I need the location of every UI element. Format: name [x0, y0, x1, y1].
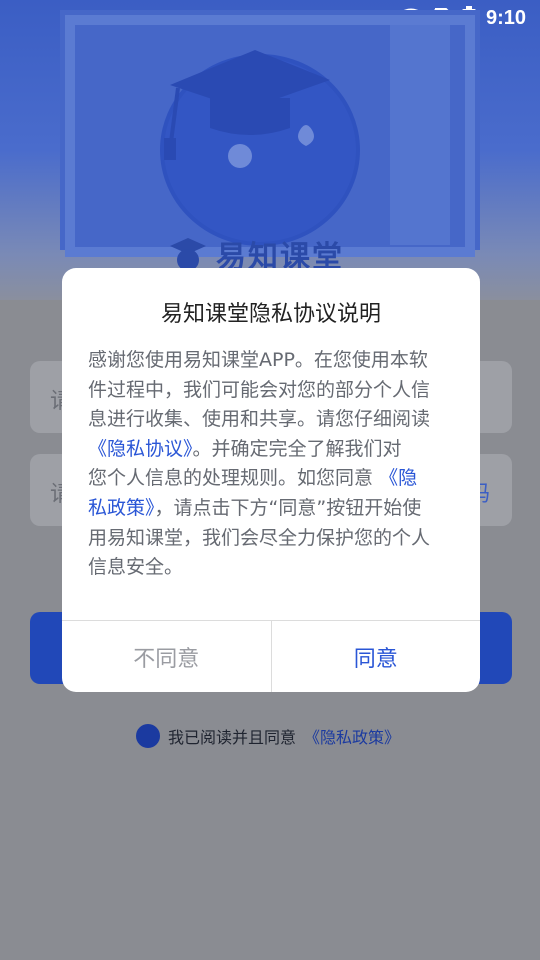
agreement-row: 我已阅读并且同意 《隐私政策》 — [136, 724, 400, 748]
mascot-logo-icon — [170, 238, 206, 271]
clock: 9:10 — [485, 6, 526, 29]
privacy-dialog: 易知课堂隐私协议说明 感谢您使用易知课堂APP。在您使用本软 件过程中，我们可能… — [62, 268, 480, 692]
agreement-text: 我已阅读并且同意 — [168, 728, 297, 747]
dialog-line: 用易知课堂，我们会尽全力保护您的个人 — [88, 526, 431, 549]
dialog-line: 件过程中，我们可能会对您的部分个人信 — [88, 378, 431, 401]
hero-mascot-illustration — [60, 10, 480, 257]
dialog-text: 。并确定完全了解我们对 — [192, 437, 402, 460]
agreement-radio[interactable] — [136, 724, 160, 748]
dialog-line: 信息安全。 — [88, 556, 184, 579]
privacy-agreement-link[interactable]: 《隐私协议》 — [88, 438, 193, 460]
dialog-footer: 不同意 同意 — [62, 620, 480, 692]
dialog-text: ，请点击下方“同意”按钮开始使 — [154, 496, 422, 519]
dialog-body: 感谢您使用易知课堂APP。在您使用本软 件过程中，我们可能会对您的部分个人信 息… — [88, 346, 458, 583]
dialog-line: 感谢您使用易知课堂APP。在您使用本软 — [88, 349, 428, 371]
dialog-title: 易知课堂隐私协议说明 — [160, 302, 381, 327]
agree-button[interactable]: 同意 — [272, 621, 481, 692]
privacy-policy-link-a[interactable]: 《隐 — [379, 467, 417, 489]
privacy-policy-link[interactable]: 《隐私政策》 — [304, 724, 400, 748]
dialog-text: 您个人信息的处理规则。如您同意 — [88, 467, 374, 490]
privacy-policy-link-b[interactable]: 私政策》 — [88, 497, 155, 519]
disagree-button[interactable]: 不同意 — [62, 621, 272, 692]
dialog-line: 息进行收集、使用和共享。请您仔细阅读 — [88, 408, 431, 431]
